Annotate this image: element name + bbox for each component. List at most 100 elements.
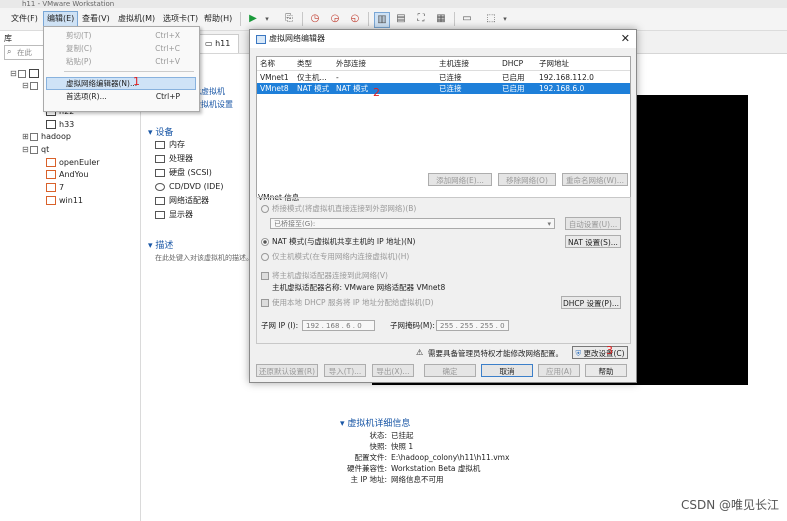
vm-icon (46, 196, 56, 205)
vm-icon (46, 158, 56, 167)
col-header-subnet[interactable]: 子网地址 (539, 59, 569, 69)
bridged-to-select[interactable]: 已桥接至(G): ▾ (270, 218, 555, 229)
checkbox-icon[interactable] (30, 132, 38, 141)
detail-label: 配置文件: (354, 453, 387, 462)
hard-disk-icon (155, 168, 165, 177)
collapse-icon[interactable]: ⊟ (10, 68, 18, 79)
menu-view[interactable]: 查看(V) (79, 12, 113, 26)
subnet-ip-input[interactable]: 192 . 168 . 6 . 0 (302, 320, 375, 331)
fullscreen-icon[interactable]: ⛶ (414, 12, 428, 26)
checkbox-icon[interactable] (30, 81, 38, 90)
bridged-mode-radio[interactable]: 桥接模式(将虚拟机直接连接到外部网络)(B) (261, 204, 416, 214)
stretch-icon[interactable]: ⬚ (484, 12, 498, 26)
menu-help[interactable]: 帮助(H) (201, 12, 235, 26)
device-processor[interactable]: 处理器 (155, 154, 193, 164)
tree-item-7[interactable]: 7 (46, 182, 64, 193)
help-button[interactable]: 帮助 (585, 364, 627, 377)
col-header-type[interactable]: 类型 (297, 59, 312, 69)
tree-item-andyou[interactable]: AndYou (46, 169, 88, 180)
unity-icon[interactable]: ▦ (434, 12, 448, 26)
menu-paste[interactable]: 粘贴(P) Ctrl+V (66, 56, 194, 67)
use-dhcp-checkbox[interactable]: 使用本地 DHCP 服务将 IP 地址分配给虚拟机(D) (261, 298, 434, 308)
tree-item-h33[interactable]: h33 (46, 119, 74, 130)
tree-item-qt[interactable]: ⊟ qt (22, 144, 49, 155)
chevron-down-icon: ▾ (547, 220, 551, 228)
add-network-button[interactable]: 添加网络(E)... (428, 173, 492, 186)
checkbox-icon (261, 272, 269, 280)
play-icon[interactable]: ▶ (246, 12, 260, 26)
cancel-button[interactable]: 取消 (481, 364, 533, 377)
device-display[interactable]: 显示器 (155, 210, 193, 220)
export-button[interactable]: 导出(X)... (372, 364, 414, 377)
table-row[interactable]: VMnet8 NAT 模式 NAT 模式 已连接 已启用 192.168.6.0 (257, 83, 630, 94)
dhcp-settings-button[interactable]: DHCP 设置(P)... (561, 296, 621, 309)
snapshot-manager-icon[interactable]: ◵ (348, 12, 362, 26)
detail-label: 快照: (369, 442, 387, 451)
snapshot-icon[interactable]: ◷ (308, 12, 322, 26)
tree-item-openeuler[interactable]: openEuler (46, 157, 100, 168)
col-header-name[interactable]: 名称 (260, 59, 275, 69)
menu-copy[interactable]: 复制(C) Ctrl+C (66, 43, 194, 54)
window-title: h11 - VMware Workstation (0, 0, 787, 8)
console-view-icon[interactable]: ▭ (460, 12, 474, 26)
menu-file[interactable]: 文件(F) (8, 12, 41, 26)
apply-button[interactable]: 应用(A) (538, 364, 580, 377)
connect-host-adapter-checkbox[interactable]: 将主机虚拟适配器连接到此网络(V) (261, 271, 388, 281)
description-placeholder[interactable]: 在此处键入对该虚拟机的描述。 (155, 253, 253, 263)
collapse-icon[interactable]: ⊟ (22, 144, 30, 155)
expand-icon[interactable]: ⊞ (22, 131, 30, 142)
host-only-mode-radio[interactable]: 仅主机模式(在专用网络内连接虚拟机)(H) (261, 252, 409, 262)
send-keys-icon[interactable]: ⎘ (282, 12, 296, 26)
rename-network-button[interactable]: 重命名网络(W)... (562, 173, 628, 186)
annotation-1: 1 (133, 75, 140, 88)
watermark: CSDN @唯见长江 (680, 498, 779, 512)
tree-folder[interactable]: ⊟ (22, 80, 41, 91)
sidebar-toggle-icon[interactable]: ▥ (374, 12, 390, 28)
tab-h11[interactable]: ▭ h11 (196, 34, 240, 53)
toolbar-separator (240, 12, 241, 26)
subnet-mask-input[interactable]: 255 . 255 . 255 . 0 (436, 320, 509, 331)
tree-item-win11[interactable]: win11 (46, 195, 83, 206)
menu-vm[interactable]: 虚拟机(M) (115, 12, 158, 26)
tree-item-hadoop[interactable]: ⊞ hadoop (22, 131, 71, 142)
shield-icon: ⛨ (575, 349, 582, 358)
chevron-down-icon[interactable]: ▾ (498, 12, 512, 26)
thumbnail-icon[interactable]: ▤ (394, 12, 408, 26)
nat-mode-radio[interactable]: NAT 模式(与虚拟机共享主机的 IP 地址)(N) (261, 237, 415, 247)
col-header-host[interactable]: 主机连接 (439, 59, 469, 69)
menu-edit[interactable]: 编辑(E) (43, 11, 79, 27)
detail-value-compatibility: Workstation Beta 虚拟机 (391, 464, 481, 473)
menu-preferences[interactable]: 首选项(R)... Ctrl+P (66, 91, 194, 102)
menu-tabs[interactable]: 选项卡(T) (160, 12, 201, 26)
table-row[interactable]: VMnet1 仅主机... - 已连接 已启用 192.168.112.0 (257, 72, 630, 83)
chevron-down-icon[interactable]: ▾ (260, 12, 274, 26)
detail-label: 状态: (369, 431, 387, 440)
library-title: 库 (4, 34, 12, 43)
import-button[interactable]: 导入(T)... (324, 364, 366, 377)
header-divider (257, 70, 630, 71)
annotation-3: 3 (606, 344, 613, 357)
device-network-adapter[interactable]: 网络适配器 (155, 196, 209, 206)
tree-my-computer[interactable]: ⊟ (10, 68, 42, 79)
device-memory[interactable]: 内存 (155, 140, 185, 150)
change-settings-button[interactable]: ⛨ 更改设置(C) (572, 346, 628, 359)
device-cd-dvd[interactable]: CD/DVD (IDE) (155, 182, 223, 192)
device-hard-disk[interactable]: 硬盘 (SCSI) (155, 168, 212, 178)
auto-settings-button[interactable]: 自动设置(U)... (565, 217, 621, 230)
col-header-dhcp[interactable]: DHCP (502, 59, 523, 69)
checkbox-icon[interactable] (30, 145, 38, 154)
processor-icon (155, 154, 165, 163)
menu-virtual-network-editor[interactable]: 虚拟网络编辑器(N)... (46, 77, 196, 90)
menu-cut[interactable]: 剪切(T) Ctrl+X (66, 30, 194, 41)
collapse-icon[interactable]: ⊟ (22, 80, 30, 91)
revert-snapshot-icon[interactable]: ◶ (328, 12, 342, 26)
remove-network-button[interactable]: 移除网络(O) (498, 173, 556, 186)
detail-value-status: 已挂起 (391, 431, 414, 440)
ok-button[interactable]: 确定 (424, 364, 476, 377)
close-icon[interactable]: ✕ (621, 30, 630, 48)
nat-settings-button[interactable]: NAT 设置(S)... (565, 235, 621, 248)
col-header-external[interactable]: 外部连接 (336, 59, 366, 69)
checkbox-icon[interactable] (18, 69, 26, 78)
restore-defaults-button[interactable]: 还原默认设置(R) (256, 364, 318, 377)
dialog-titlebar: 虚拟网络编辑器 ✕ (250, 30, 636, 48)
